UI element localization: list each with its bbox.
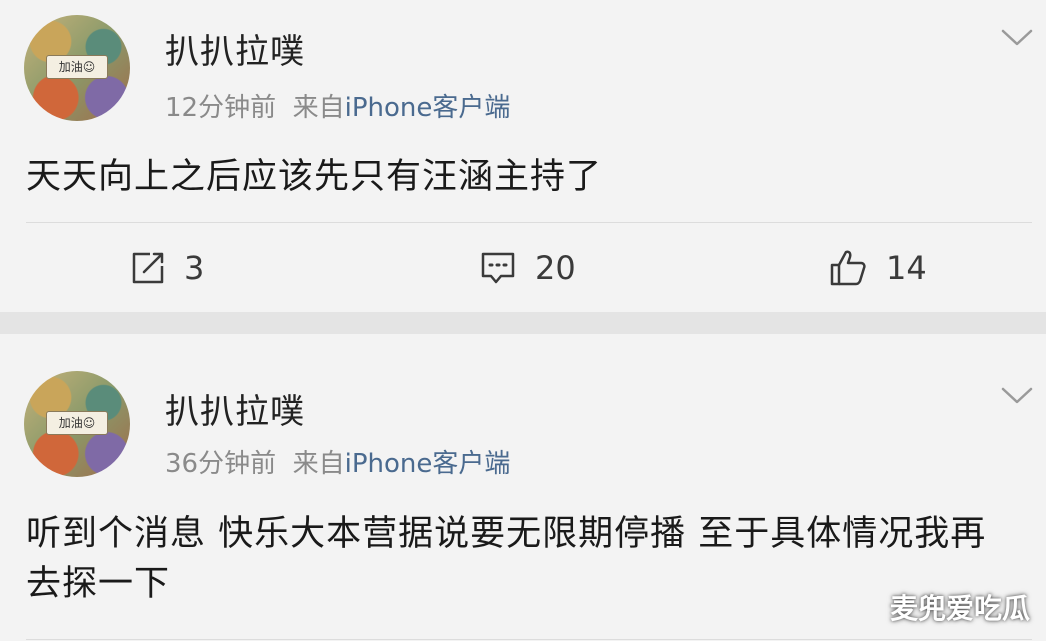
post-meta: 36分钟前 来自iPhone客户端 — [165, 443, 510, 480]
comment-icon — [481, 252, 515, 284]
weibo-post-1: 加油☺ 扒扒拉噗 12分钟前 来自iPhone客户端 天天向上之后应该先只有汪涵… — [0, 0, 1046, 312]
chevron-down-icon[interactable] — [1000, 28, 1034, 48]
source-prefix: 来自 — [292, 449, 345, 479]
avatar-tag-text: 加油☺ — [46, 55, 108, 79]
watermark: 麦兜爱吃瓜 — [889, 592, 1030, 625]
source-client-link[interactable]: iPhone客户端 — [345, 449, 511, 479]
avatar-tag-text: 加油☺ — [46, 411, 108, 435]
like-button[interactable]: 14 — [828, 246, 927, 290]
repost-icon — [132, 252, 164, 284]
like-count: 14 — [886, 249, 927, 287]
chevron-down-icon[interactable] — [1000, 386, 1034, 406]
source-prefix: 来自 — [292, 93, 345, 123]
post-content: 天天向上之后应该先只有汪涵主持了 — [26, 157, 603, 197]
like-icon — [830, 250, 866, 286]
post-time: 12分钟前 — [165, 93, 277, 123]
comment-count: 20 — [535, 249, 576, 287]
repost-count: 3 — [184, 249, 205, 287]
divider — [26, 222, 1032, 223]
post-meta: 12分钟前 来自iPhone客户端 — [165, 87, 510, 124]
post-content: 听到个消息 快乐大本营据说要无限期停播 至于具体情况我再去探一下 — [26, 514, 987, 604]
repost-button[interactable]: 3 — [130, 246, 204, 290]
avatar[interactable]: 加油☺ — [24, 15, 130, 121]
comment-button[interactable]: 20 — [479, 246, 576, 290]
post-separator — [0, 312, 1046, 334]
username[interactable]: 扒扒拉噗 — [165, 24, 305, 73]
post-time: 36分钟前 — [165, 449, 277, 479]
source-client-link[interactable]: iPhone客户端 — [345, 93, 511, 123]
avatar[interactable]: 加油☺ — [24, 371, 130, 477]
username[interactable]: 扒扒拉噗 — [165, 384, 305, 433]
divider — [26, 639, 1032, 640]
